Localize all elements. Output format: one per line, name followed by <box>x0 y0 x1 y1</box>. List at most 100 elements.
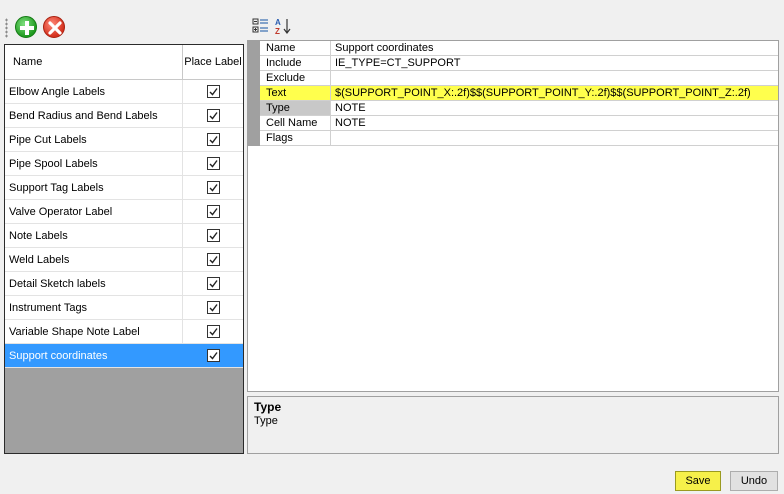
list-item[interactable]: Pipe Spool Labels <box>5 152 243 176</box>
checkmark-icon <box>209 112 218 120</box>
x-circle-icon <box>48 21 62 35</box>
checkmark-icon <box>209 160 218 168</box>
list-item-name: Detail Sketch labels <box>5 272 183 295</box>
list-header: Name Place Label <box>5 45 243 80</box>
place-label-cell <box>183 272 243 295</box>
place-label-checkbox[interactable] <box>206 85 220 98</box>
place-label-cell <box>183 248 243 271</box>
list-item[interactable]: Instrument Tags <box>5 296 243 320</box>
column-header-name[interactable]: Name <box>5 45 183 79</box>
categorized-button[interactable] <box>251 16 271 36</box>
property-gutter <box>248 131 260 146</box>
property-value[interactable] <box>331 71 778 86</box>
property-row[interactable]: Type NOTE <box>248 101 778 116</box>
place-label-cell <box>183 176 243 199</box>
property-row[interactable]: Text $(SUPPORT_POINT_X:.2f)$$(SUPPORT_POI… <box>248 86 778 101</box>
place-label-checkbox[interactable] <box>206 157 220 170</box>
svg-text:Z: Z <box>275 27 280 36</box>
checkmark-icon <box>209 352 218 360</box>
property-row[interactable]: Flags <box>248 131 778 146</box>
property-gutter <box>248 101 260 116</box>
place-label-cell <box>183 200 243 223</box>
place-label-checkbox[interactable] <box>206 253 220 266</box>
property-row[interactable]: Exclude <box>248 71 778 86</box>
list-item[interactable]: Note Labels <box>5 224 243 248</box>
list-item-name: Bend Radius and Bend Labels <box>5 104 183 127</box>
list-body: Elbow Angle Labels Bend Radius and Bend L… <box>5 80 243 368</box>
checkmark-icon <box>209 208 218 216</box>
property-name: Flags <box>260 131 331 146</box>
toolbar-grip[interactable] <box>5 18 8 38</box>
description-title: Type <box>254 400 282 414</box>
list-item[interactable]: Weld Labels <box>5 248 243 272</box>
svg-text:A: A <box>275 18 281 27</box>
property-gutter <box>248 116 260 131</box>
list-item-name: Elbow Angle Labels <box>5 80 183 103</box>
property-toolbar: A Z <box>248 14 308 40</box>
place-label-checkbox[interactable] <box>206 181 220 194</box>
property-name: Type <box>260 101 331 116</box>
place-label-checkbox[interactable] <box>206 109 220 122</box>
property-name: Name <box>260 41 331 56</box>
place-label-cell <box>183 224 243 247</box>
categorized-icon <box>252 18 268 33</box>
list-item-name: Support coordinates <box>5 344 183 367</box>
property-row[interactable]: Include IE_TYPE=CT_SUPPORT <box>248 56 778 71</box>
property-row[interactable]: Name Support coordinates <box>248 41 778 56</box>
property-value[interactable]: NOTE <box>331 116 778 131</box>
property-row[interactable]: Cell Name NOTE <box>248 116 778 131</box>
place-label-cell <box>183 128 243 151</box>
list-item-name: Support Tag Labels <box>5 176 183 199</box>
list-item-name: Instrument Tags <box>5 296 183 319</box>
checkmark-icon <box>209 232 218 240</box>
add-label-button[interactable] <box>15 16 37 38</box>
list-item[interactable]: Variable Shape Note Label <box>5 320 243 344</box>
place-label-cell <box>183 152 243 175</box>
undo-button[interactable]: Undo <box>730 471 778 491</box>
list-item[interactable]: Bend Radius and Bend Labels <box>5 104 243 128</box>
list-item-name: Weld Labels <box>5 248 183 271</box>
list-item-name: Pipe Spool Labels <box>5 152 183 175</box>
checkmark-icon <box>209 328 218 336</box>
sort-alphabetical-button[interactable]: A Z <box>274 16 294 36</box>
place-label-checkbox[interactable] <box>206 277 220 290</box>
property-value[interactable]: NOTE <box>331 101 778 116</box>
checkmark-icon <box>209 88 218 96</box>
property-value[interactable]: $(SUPPORT_POINT_X:.2f)$$(SUPPORT_POINT_Y… <box>331 86 778 101</box>
place-label-checkbox[interactable] <box>206 229 220 242</box>
list-item[interactable]: Support coordinates <box>5 344 243 368</box>
description-panel: Type Type <box>247 396 779 454</box>
list-item-name: Note Labels <box>5 224 183 247</box>
property-value[interactable] <box>331 131 778 146</box>
list-item[interactable]: Valve Operator Label <box>5 200 243 224</box>
checkmark-icon <box>209 280 218 288</box>
place-label-checkbox[interactable] <box>206 325 220 338</box>
property-name: Text <box>260 86 331 101</box>
list-item[interactable]: Support Tag Labels <box>5 176 243 200</box>
plus-circle-icon <box>20 21 34 35</box>
property-value[interactable]: IE_TYPE=CT_SUPPORT <box>331 56 778 71</box>
place-label-cell <box>183 320 243 343</box>
property-gutter <box>248 56 260 71</box>
property-rows: Name Support coordinates Include IE_TYPE=CT… <box>248 41 778 146</box>
save-button[interactable]: Save <box>675 471 721 491</box>
delete-label-button[interactable] <box>43 16 65 38</box>
list-item[interactable]: Pipe Cut Labels <box>5 128 243 152</box>
list-item[interactable]: Detail Sketch labels <box>5 272 243 296</box>
place-label-checkbox[interactable] <box>206 349 220 362</box>
place-label-checkbox[interactable] <box>206 133 220 146</box>
property-name: Exclude <box>260 71 331 86</box>
label-list: Name Place Label Elbow Angle Labels Bend … <box>4 44 244 454</box>
place-label-checkbox[interactable] <box>206 205 220 218</box>
column-header-place-label[interactable]: Place Label <box>183 45 243 79</box>
property-name: Include <box>260 56 331 71</box>
checkmark-icon <box>209 256 218 264</box>
list-item-name: Variable Shape Note Label <box>5 320 183 343</box>
sort-alphabetical-icon: A Z <box>275 18 291 36</box>
property-value[interactable]: Support coordinates <box>331 41 778 56</box>
property-name: Cell Name <box>260 116 331 131</box>
property-gutter <box>248 41 260 56</box>
place-label-cell <box>183 104 243 127</box>
list-item[interactable]: Elbow Angle Labels <box>5 80 243 104</box>
place-label-checkbox[interactable] <box>206 301 220 314</box>
